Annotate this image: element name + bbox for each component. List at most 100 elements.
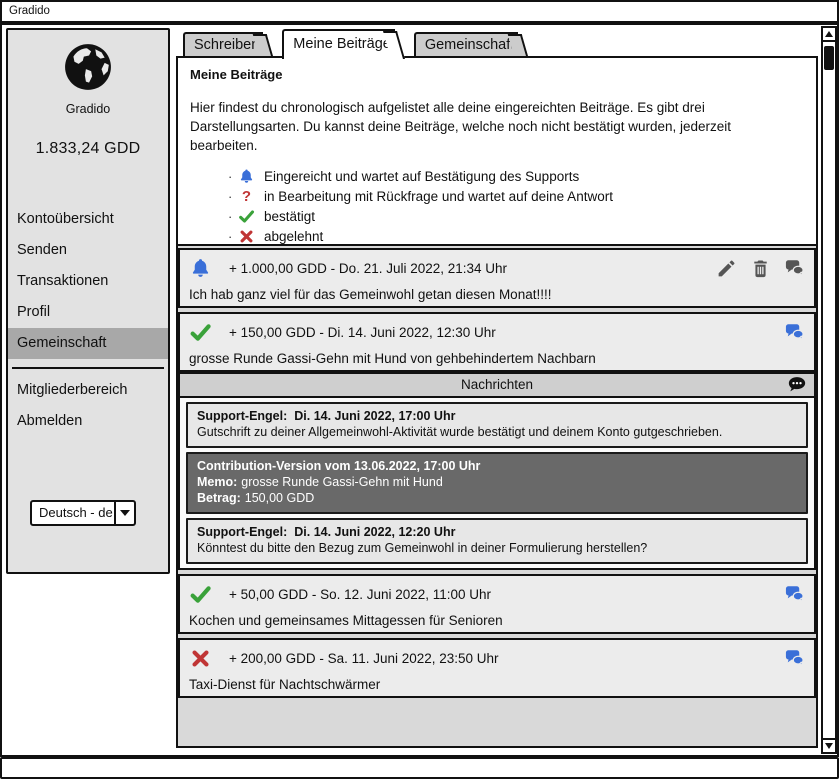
contribution-memo: Kochen und gemeinsames Mittagessen für S… bbox=[189, 613, 805, 628]
trash-icon[interactable] bbox=[750, 258, 771, 279]
info-box: Meine Beiträge Hier findest du chronolog… bbox=[178, 58, 816, 246]
bubble-dots-icon[interactable] bbox=[787, 375, 807, 395]
tab-content-panel: Meine Beiträge Hier findest du chronolog… bbox=[176, 56, 818, 748]
sidebar: Gradido 1.833,24 GDD Kontoübersicht Send… bbox=[6, 28, 170, 574]
tab-bar: Schreiben Meine Beiträge Gemeinschaft bbox=[183, 32, 537, 59]
cross-icon bbox=[189, 647, 212, 670]
check-icon bbox=[189, 583, 212, 606]
vertical-scrollbar[interactable] bbox=[821, 26, 837, 754]
status-legend: · Eingereicht und wartet auf Bestätigung… bbox=[228, 166, 804, 246]
status-bar bbox=[0, 757, 839, 779]
sidebar-item-mitgliederbereich[interactable]: Mitgliederbereich bbox=[8, 375, 168, 406]
contribution-row-header: + 200,00 GDD - Sa. 11. Juni 2022, 23:50 … bbox=[189, 645, 805, 672]
legend-item-rejected: · abgelehnt bbox=[228, 226, 804, 246]
bullet: · bbox=[228, 229, 238, 244]
page-title: Meine Beiträge bbox=[190, 67, 804, 82]
pencil-icon[interactable] bbox=[716, 258, 737, 279]
sidebar-item-transaktionen[interactable]: Transaktionen bbox=[8, 266, 168, 297]
contribution-row: + 150,00 GDD - Di. 14. Juni 2022, 12:30 … bbox=[178, 312, 816, 372]
contribution-amount-date: + 1.000,00 GDD - Do. 21. Juli 2022, 21:3… bbox=[229, 261, 507, 276]
messages-panel-title: Nachrichten bbox=[461, 377, 533, 392]
sidebar-menu: Kontoübersicht Senden Transaktionen Prof… bbox=[8, 204, 168, 437]
arrow-down-icon bbox=[825, 743, 833, 749]
legend-label: Eingereicht und wartet auf Bestätigung d… bbox=[264, 169, 579, 184]
row-actions bbox=[716, 258, 805, 279]
language-dropdown-value: Deutsch - de bbox=[32, 502, 114, 524]
question-icon: ? bbox=[238, 188, 255, 205]
message-title: Support-Engel: Di. 14. Juni 2022, 12:20 U… bbox=[197, 524, 797, 540]
sidebar-divider bbox=[12, 367, 164, 369]
window-title: Gradido bbox=[9, 5, 50, 17]
message-title: Contribution-Version vom 13.06.2022, 17:… bbox=[197, 458, 797, 474]
legend-item-pending: · Eingereicht und wartet auf Bestätigung… bbox=[228, 166, 804, 186]
bell-icon bbox=[189, 257, 212, 280]
tab-schreiben[interactable]: Schreiben bbox=[183, 32, 263, 56]
chat-icon[interactable] bbox=[784, 648, 805, 669]
amount-label: Betrag: bbox=[197, 491, 241, 505]
contribution-row-header: + 50,00 GDD - So. 12. Juni 2022, 11:00 U… bbox=[189, 581, 805, 608]
memo-value: grosse Runde Gassi-Gehn mit Hund bbox=[241, 475, 442, 489]
row-actions bbox=[784, 584, 805, 605]
message-memo-line: Memo: grosse Runde Gassi-Gehn mit Hund bbox=[197, 474, 797, 490]
legend-item-confirmed: · bestätigt bbox=[228, 206, 804, 226]
contribution-memo: grosse Runde Gassi-Gehn mit Hund von geh… bbox=[189, 351, 805, 366]
message-body: Könntest du bitte den Bezug zum Gemeinwo… bbox=[197, 540, 797, 556]
bullet: · bbox=[228, 209, 238, 224]
message-body: Gutschrift zu deiner Allgemeinwohl-Aktiv… bbox=[197, 424, 797, 440]
chat-icon[interactable] bbox=[784, 258, 805, 279]
messages-list: Support-Engel: Di. 14. Juni 2022, 17:00 U… bbox=[180, 398, 814, 568]
contribution-memo: Ich hab ganz viel für das Gemeinwohl get… bbox=[189, 287, 805, 302]
contribution-row: + 200,00 GDD - Sa. 11. Juni 2022, 23:50 … bbox=[178, 638, 816, 698]
tab-meine-beitraege[interactable]: Meine Beiträge bbox=[282, 29, 395, 59]
chat-icon[interactable] bbox=[784, 322, 805, 343]
tab-gemeinschaft[interactable]: Gemeinschaft bbox=[414, 32, 518, 56]
contribution-row: + 1.000,00 GDD - Do. 21. Juli 2022, 21:3… bbox=[178, 248, 816, 308]
account-balance: 1.833,24 GDD bbox=[8, 140, 168, 158]
chat-icon[interactable] bbox=[784, 584, 805, 605]
bullet: · bbox=[228, 169, 238, 184]
message-support: Support-Engel: Di. 14. Juni 2022, 12:20 U… bbox=[186, 518, 808, 564]
message-sender: Support-Engel: bbox=[197, 409, 287, 423]
sidebar-item-profil[interactable]: Profil bbox=[8, 297, 168, 328]
language-dropdown[interactable]: Deutsch - de bbox=[30, 500, 136, 526]
message-datetime: Di. 14. Juni 2022, 17:00 Uhr bbox=[294, 409, 455, 423]
check-icon bbox=[189, 321, 212, 344]
app-window: Gradido Gradido 1.833,24 GDD Kontoübersi… bbox=[0, 0, 839, 779]
contribution-list: + 1.000,00 GDD - Do. 21. Juli 2022, 21:3… bbox=[178, 248, 816, 698]
contribution-memo: Taxi-Dienst für Nachtschwärmer bbox=[189, 677, 805, 692]
message-title: Support-Engel: Di. 14. Juni 2022, 17:00 U… bbox=[197, 408, 797, 424]
scrollbar-thumb[interactable] bbox=[824, 46, 834, 70]
contribution-row-header: + 1.000,00 GDD - Do. 21. Juli 2022, 21:3… bbox=[189, 255, 805, 282]
messages-panel-header: Nachrichten bbox=[180, 374, 814, 398]
sidebar-item-gemeinschaft[interactable]: Gemeinschaft bbox=[8, 328, 168, 359]
legend-label: abgelehnt bbox=[264, 229, 323, 244]
row-actions bbox=[784, 322, 805, 343]
message-datetime: Di. 14. Juni 2022, 12:20 Uhr bbox=[294, 525, 455, 539]
scroll-down-button[interactable] bbox=[823, 738, 835, 752]
sidebar-item-senden[interactable]: Senden bbox=[8, 235, 168, 266]
bell-icon bbox=[238, 168, 255, 185]
legend-label: bestätigt bbox=[264, 209, 315, 224]
amount-value: 150,00 GDD bbox=[245, 491, 314, 505]
intro-text: Hier findest du chronologisch aufgeliste… bbox=[190, 98, 794, 155]
arrow-up-icon bbox=[825, 31, 833, 37]
main-window: Gradido 1.833,24 GDD Kontoübersicht Send… bbox=[0, 23, 839, 757]
globe-icon bbox=[8, 42, 168, 97]
contribution-amount-date: + 50,00 GDD - So. 12. Juni 2022, 11:00 U… bbox=[229, 587, 491, 602]
sidebar-item-abmelden[interactable]: Abmelden bbox=[8, 406, 168, 437]
language-dropdown-button[interactable] bbox=[114, 502, 134, 524]
message-amount-line: Betrag: 150,00 GDD bbox=[197, 490, 797, 506]
contribution-row-header: + 150,00 GDD - Di. 14. Juni 2022, 12:30 … bbox=[189, 319, 805, 346]
messages-panel: Nachrichten Support-Engel: Di. 14. Juni 2… bbox=[178, 372, 816, 570]
chevron-down-icon bbox=[120, 510, 130, 516]
check-icon bbox=[238, 208, 255, 225]
legend-label: in Bearbeitung mit Rückfrage und wartet … bbox=[264, 189, 613, 204]
row-actions bbox=[784, 648, 805, 669]
memo-label: Memo: bbox=[197, 475, 237, 489]
sidebar-item-kontouebersicht[interactable]: Kontoübersicht bbox=[8, 204, 168, 235]
cross-icon bbox=[238, 228, 255, 245]
window-titlebar: Gradido bbox=[0, 0, 839, 23]
message-sender: Support-Engel: bbox=[197, 525, 287, 539]
scroll-up-button[interactable] bbox=[823, 28, 835, 42]
legend-item-in-progress: · ? in Bearbeitung mit Rückfrage und war… bbox=[228, 186, 804, 206]
